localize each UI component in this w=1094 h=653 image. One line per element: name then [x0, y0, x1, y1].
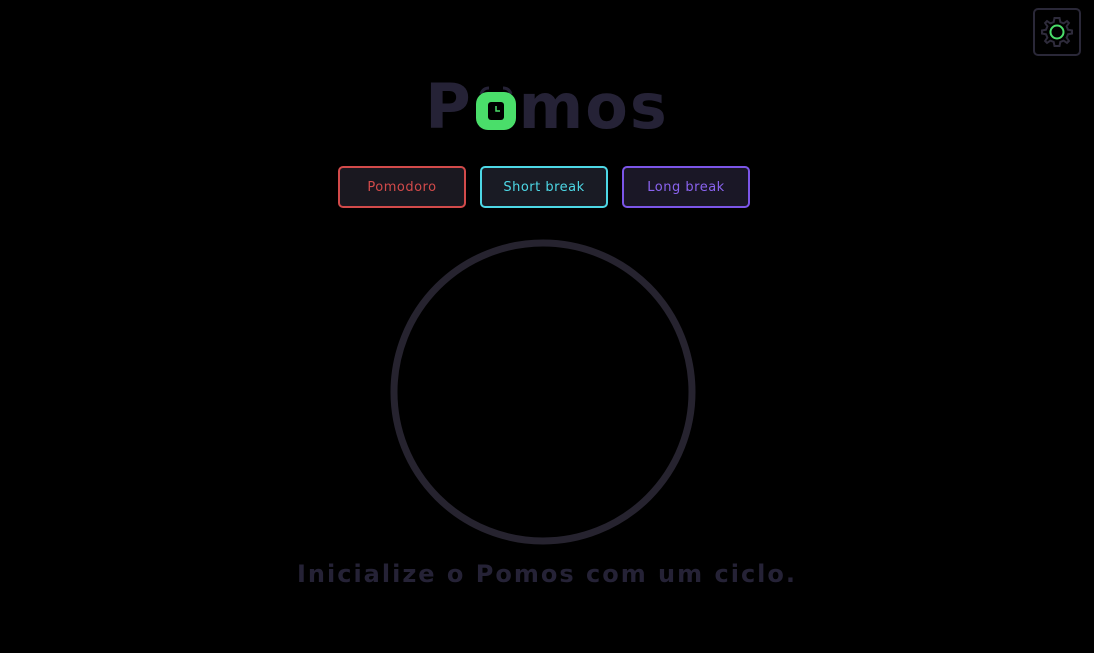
app-root: P mos Pomodoro Short break Long break In…	[0, 0, 1094, 653]
app-logo: P mos	[0, 68, 1094, 138]
status-message: Inicialize o Pomos com um ciclo.	[296, 560, 798, 588]
long-break-button[interactable]: Long break	[622, 166, 750, 208]
logo-text-prefix: P	[425, 70, 473, 143]
gear-icon	[1041, 17, 1073, 47]
mode-selector: Pomodoro Short break Long break	[338, 166, 750, 208]
settings-button[interactable]	[1033, 8, 1081, 56]
logo-clock-icon	[475, 86, 517, 132]
short-break-button[interactable]: Short break	[480, 166, 608, 208]
pomodoro-button[interactable]: Pomodoro	[338, 166, 466, 208]
timer-ring[interactable]	[390, 239, 696, 545]
logo-text-suffix: mos	[518, 70, 669, 143]
